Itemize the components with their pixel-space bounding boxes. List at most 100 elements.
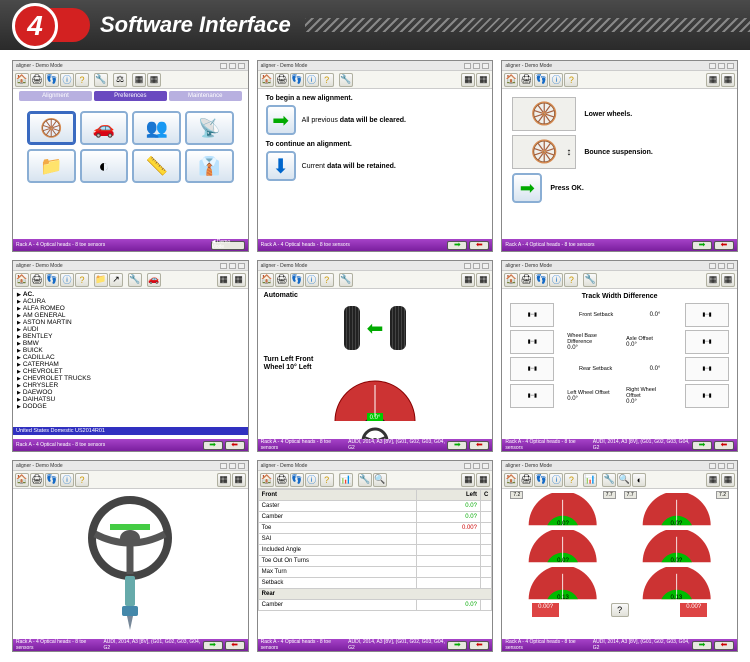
min-btn[interactable]: [464, 463, 471, 469]
tb-wrench-icon[interactable]: 🔧: [128, 273, 142, 287]
tb-info-icon[interactable]: ⓘ: [60, 273, 74, 287]
tab-preferences[interactable]: Preferences: [94, 91, 167, 101]
tab-maintenance[interactable]: Maintenance: [169, 91, 242, 101]
table-row[interactable]: Setback: [258, 578, 492, 589]
tb-gauge-icon[interactable]: ◐: [632, 473, 646, 487]
list-item[interactable]: CADILLAC: [17, 354, 244, 361]
tb-info-icon[interactable]: ⓘ: [549, 273, 563, 287]
tb-info-icon[interactable]: ⓘ: [60, 473, 74, 487]
tb-help-icon[interactable]: ?: [75, 273, 89, 287]
tb-print-icon[interactable]: 🖨: [275, 473, 289, 487]
max-btn[interactable]: [718, 463, 725, 469]
tb-info-icon[interactable]: ⓘ: [305, 273, 319, 287]
min-btn[interactable]: [709, 263, 716, 269]
gauge-toe-right[interactable]: 0.13: [624, 567, 729, 601]
tb-home-icon[interactable]: 🏠: [260, 473, 274, 487]
tb-btn2[interactable]: ▦: [476, 273, 490, 287]
tb-login-icon[interactable]: 👣: [290, 473, 304, 487]
tb-print-icon[interactable]: 🖨: [275, 73, 289, 87]
tb-print-icon[interactable]: 🖨: [519, 73, 533, 87]
tb-print-icon[interactable]: 🖨: [30, 73, 44, 87]
table-row[interactable]: SAI: [258, 534, 492, 545]
tb-home-icon[interactable]: 🏠: [260, 273, 274, 287]
tb-btn2[interactable]: ▦: [476, 473, 490, 487]
tb-chart-icon[interactable]: 📊: [583, 473, 597, 487]
min-btn[interactable]: [220, 263, 227, 269]
tb-help-icon[interactable]: ?: [75, 73, 89, 87]
tb-login-icon[interactable]: 👣: [534, 273, 548, 287]
close-btn[interactable]: [727, 63, 734, 69]
nav-next[interactable]: ➡: [447, 441, 467, 450]
tb-help-icon[interactable]: ?: [320, 73, 334, 87]
tb-wrench-icon[interactable]: 🔧: [94, 73, 108, 87]
gauge-toe-left[interactable]: 0.13: [510, 567, 615, 601]
list-item[interactable]: ACURA: [17, 298, 244, 305]
list-item[interactable]: BUICK: [17, 347, 244, 354]
tb-print-icon[interactable]: 🖨: [30, 273, 44, 287]
max-btn[interactable]: [229, 263, 236, 269]
min-btn[interactable]: [709, 463, 716, 469]
table-row[interactable]: Camber0.0?: [258, 600, 492, 611]
list-item[interactable]: DAEWOO: [17, 389, 244, 396]
tb-btn[interactable]: ▦: [706, 473, 720, 487]
tb-btn2[interactable]: ▦: [721, 473, 735, 487]
table-row[interactable]: Camber0.0?: [258, 512, 492, 523]
table-row[interactable]: Max Turn: [258, 567, 492, 578]
tb-align-icon[interactable]: ⚖: [113, 73, 127, 87]
list-item[interactable]: CHEVROLET TRUCKS: [17, 375, 244, 382]
tile-operator-icon[interactable]: 👔: [185, 149, 234, 183]
nav-back[interactable]: ⬅: [225, 641, 245, 650]
nav-next[interactable]: ➡: [692, 641, 712, 650]
tb-btn[interactable]: ▦: [132, 73, 146, 87]
nav-next[interactable]: ➡: [203, 641, 223, 650]
max-btn[interactable]: [473, 63, 480, 69]
list-item[interactable]: BENTLEY: [17, 333, 244, 340]
tb-print-icon[interactable]: 🖨: [275, 273, 289, 287]
nav-back[interactable]: ⬅: [469, 641, 489, 650]
list-item[interactable]: AUDI: [17, 326, 244, 333]
tb-login-icon[interactable]: 👣: [45, 273, 59, 287]
tb-car-icon[interactable]: 🚗: [147, 273, 161, 287]
tb-btn[interactable]: ▦: [217, 273, 231, 287]
tb-help-icon[interactable]: ?: [564, 273, 578, 287]
tb-login-icon[interactable]: 👣: [45, 73, 59, 87]
nav-next[interactable]: ➡: [447, 241, 467, 250]
nav-next[interactable]: ➡: [692, 441, 712, 450]
tb-help-icon[interactable]: ?: [564, 473, 578, 487]
close-btn[interactable]: [482, 63, 489, 69]
demo-mode-btn[interactable]: ◀ Demo Mode: [211, 241, 245, 250]
nav-back[interactable]: ⬅: [225, 441, 245, 450]
min-btn[interactable]: [464, 63, 471, 69]
min-btn[interactable]: [709, 63, 716, 69]
list-item[interactable]: BMW: [17, 340, 244, 347]
tb-login-icon[interactable]: 👣: [45, 473, 59, 487]
tb-help-icon[interactable]: ?: [320, 473, 334, 487]
nav-back[interactable]: ⬅: [469, 441, 489, 450]
nav-next[interactable]: ➡: [203, 441, 223, 450]
tb-help-icon[interactable]: ?: [75, 473, 89, 487]
tb-print-icon[interactable]: 🖨: [519, 273, 533, 287]
min-btn[interactable]: [220, 463, 227, 469]
list-item[interactable]: DAIHATSU: [17, 396, 244, 403]
nav-back[interactable]: ⬅: [469, 241, 489, 250]
tb-btn2[interactable]: ▦: [147, 73, 161, 87]
max-btn[interactable]: [718, 63, 725, 69]
continue-button[interactable]: ⬇: [266, 151, 296, 181]
gauge-caster-left[interactable]: 7.2 7.7 0.0?: [510, 493, 615, 527]
tile-db-icon[interactable]: 📁: [27, 149, 76, 183]
tile-customer-icon[interactable]: 👥: [132, 111, 181, 145]
tb-btn2[interactable]: ▦: [232, 273, 246, 287]
table-row[interactable]: Toe Out On Turns: [258, 556, 492, 567]
tb-help-icon[interactable]: ?: [320, 273, 334, 287]
tb-btn2[interactable]: ▦: [232, 473, 246, 487]
tb-arrow-icon[interactable]: ↗: [109, 273, 123, 287]
tb-wrench-icon[interactable]: 🔧: [583, 273, 597, 287]
tb-chart-icon[interactable]: 📊: [339, 473, 353, 487]
close-btn[interactable]: [482, 263, 489, 269]
tb-info-icon[interactable]: ⓘ: [305, 473, 319, 487]
tb-info-icon[interactable]: ⓘ: [305, 73, 319, 87]
list-item[interactable]: ASTON MARTIN: [17, 319, 244, 326]
begin-new-button[interactable]: ➡: [266, 105, 296, 135]
tb-login-icon[interactable]: 👣: [290, 73, 304, 87]
tab-alignment[interactable]: Alignment: [19, 91, 92, 101]
